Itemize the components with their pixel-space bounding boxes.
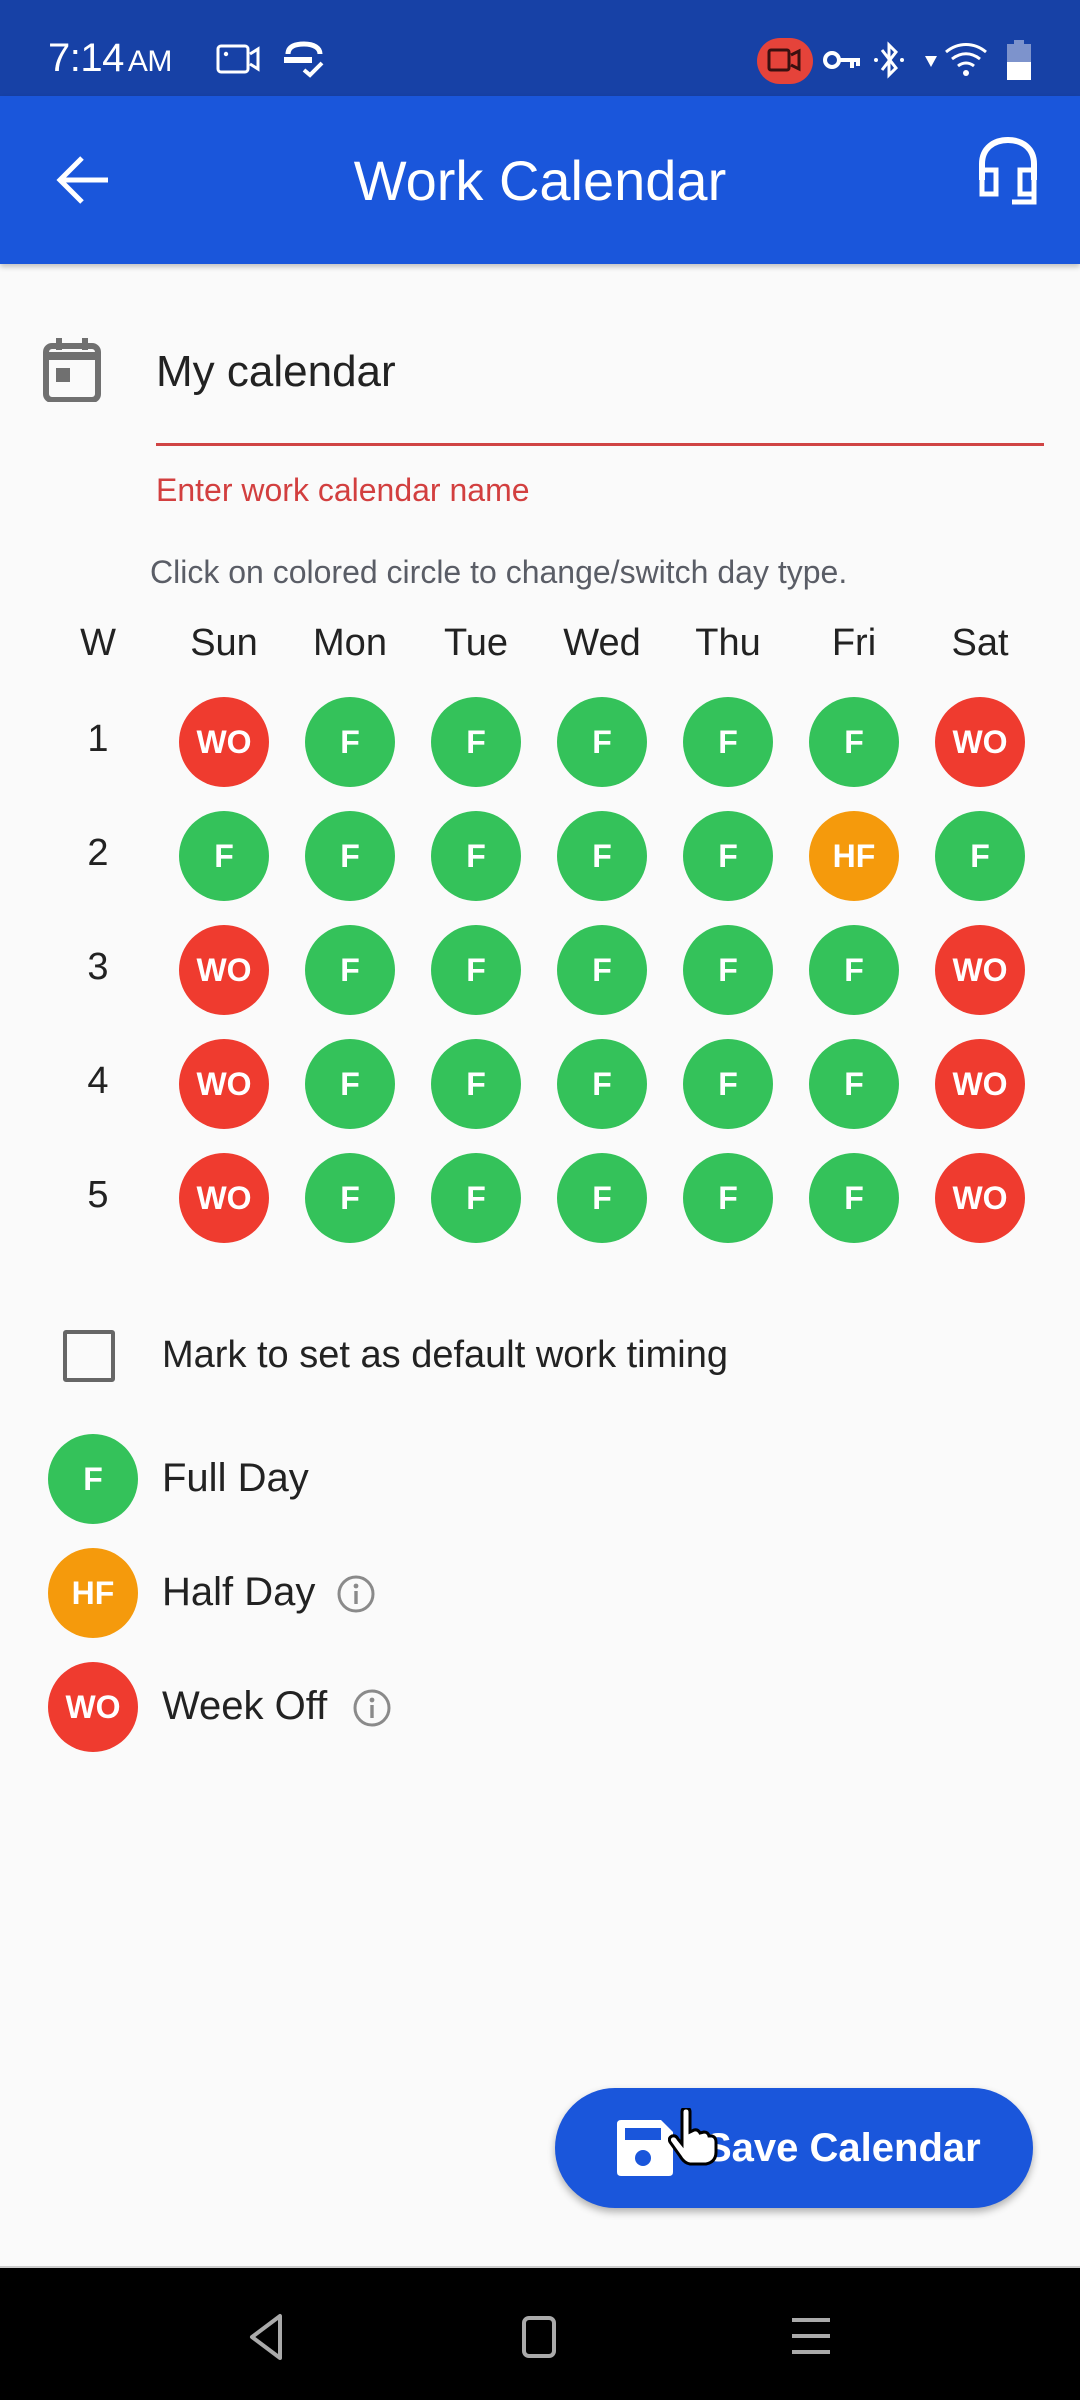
legend-full-day-label: Full Day [162,1456,309,1500]
wifi-icon [945,43,987,76]
legend-week-off-badge: WO [48,1662,138,1752]
day-toggle-full-day[interactable]: F [809,1153,899,1243]
day-toggle-full-day[interactable]: F [809,697,899,787]
vpn-key-icon [823,51,860,69]
day-toggle-full-day[interactable]: F [683,1153,773,1243]
sync-check-icon [284,41,324,78]
headset-icon[interactable] [976,136,1040,208]
half-day-info-icon[interactable] [336,1574,376,1614]
day-toggle-full-day[interactable]: F [683,1039,773,1129]
day-toggle-full-day[interactable]: F [305,1039,395,1129]
status-bar: 7:14 AM [0,0,1080,96]
day-toggle-full-day[interactable]: F [683,697,773,787]
day-toggle-full-day[interactable]: F [557,1039,647,1129]
week-column-header: W [80,622,116,664]
week-off-info-icon[interactable] [352,1688,392,1728]
day-toggle-full-day[interactable]: F [431,697,521,787]
day-toggle-full-day[interactable]: F [557,1153,647,1243]
legend-full-day-badge: F [48,1434,138,1524]
screen-record-icon [216,44,260,74]
instruction-hint: Click on colored circle to change/switch… [150,554,848,590]
day-toggle-full-day[interactable]: F [305,925,395,1015]
status-time: 7:14 AM [48,36,172,81]
battery-icon [1007,40,1031,80]
day-toggle-full-day[interactable]: F [557,925,647,1015]
calendar-icon [43,338,101,402]
page-title: Work Calendar [353,149,727,212]
day-toggle-full-day[interactable]: F [683,925,773,1015]
day-toggle-week-off[interactable]: WO [179,1039,269,1129]
day-toggle-full-day[interactable]: F [935,811,1025,901]
day-header-sun: Sun [190,622,258,664]
week-number: 3 [87,946,109,988]
day-header-mon: Mon [313,622,387,664]
day-toggle-full-day[interactable]: F [305,1153,395,1243]
day-toggle-full-day[interactable]: F [305,697,395,787]
bluetooth-icon [874,41,904,79]
day-header-sat: Sat [951,622,1009,664]
day-toggle-week-off[interactable]: WO [935,1039,1025,1129]
day-toggle-week-off[interactable]: WO [179,925,269,1015]
legend-half-day-label: Half Day [162,1570,316,1614]
system-navigation-bar [0,2266,1080,2400]
clock-ampm: AM [127,45,173,78]
week-number: 1 [87,718,109,760]
legend-half-day-badge: HF [48,1548,138,1638]
day-toggle-week-off[interactable]: WO [935,1153,1025,1243]
default-timing-checkbox[interactable] [63,1330,115,1382]
floppy-disk-icon [617,2120,673,2176]
recents-menu-icon[interactable] [786,2312,836,2362]
day-header-tue: Tue [443,622,509,664]
day-header-fri: Fri [831,622,877,664]
day-toggle-full-day[interactable]: F [431,1153,521,1243]
day-toggle-full-day[interactable]: F [683,811,773,901]
data-arrow-icon [925,56,937,67]
recording-active-icon [757,38,813,84]
legend-week-off-label: Week Off [162,1684,328,1728]
day-toggle-week-off[interactable]: WO [179,1153,269,1243]
day-toggle-week-off[interactable]: WO [179,697,269,787]
save-calendar-button[interactable]: Save Calendar [555,2088,1033,2208]
day-toggle-full-day[interactable]: F [809,925,899,1015]
day-toggle-full-day[interactable]: F [557,697,647,787]
calendar-name-input[interactable] [156,340,1044,446]
day-header-thu: Thu [695,622,761,664]
day-toggle-full-day[interactable]: F [305,811,395,901]
day-header-wed: Wed [563,622,641,664]
back-triangle-icon[interactable] [244,2312,294,2362]
name-error-text: Enter work calendar name [156,472,530,508]
week-number: 2 [87,832,109,874]
day-toggle-full-day[interactable]: F [809,1039,899,1129]
day-toggle-full-day[interactable]: F [431,1039,521,1129]
day-toggle-half-day[interactable]: HF [809,811,899,901]
day-toggle-full-day[interactable]: F [557,811,647,901]
day-toggle-full-day[interactable]: F [431,925,521,1015]
day-toggle-week-off[interactable]: WO [935,925,1025,1015]
week-number: 5 [87,1174,109,1216]
home-square-icon[interactable] [514,2312,564,2362]
day-toggle-full-day[interactable]: F [179,811,269,901]
day-toggle-week-off[interactable]: WO [935,697,1025,787]
save-calendar-label: Save Calendar [705,2126,981,2170]
day-toggle-full-day[interactable]: F [431,811,521,901]
app-bar: Work Calendar [0,96,1080,264]
default-timing-label: Mark to set as default work timing [162,1334,728,1376]
week-number: 4 [87,1060,109,1102]
clock-time: 7:14 [48,36,124,80]
